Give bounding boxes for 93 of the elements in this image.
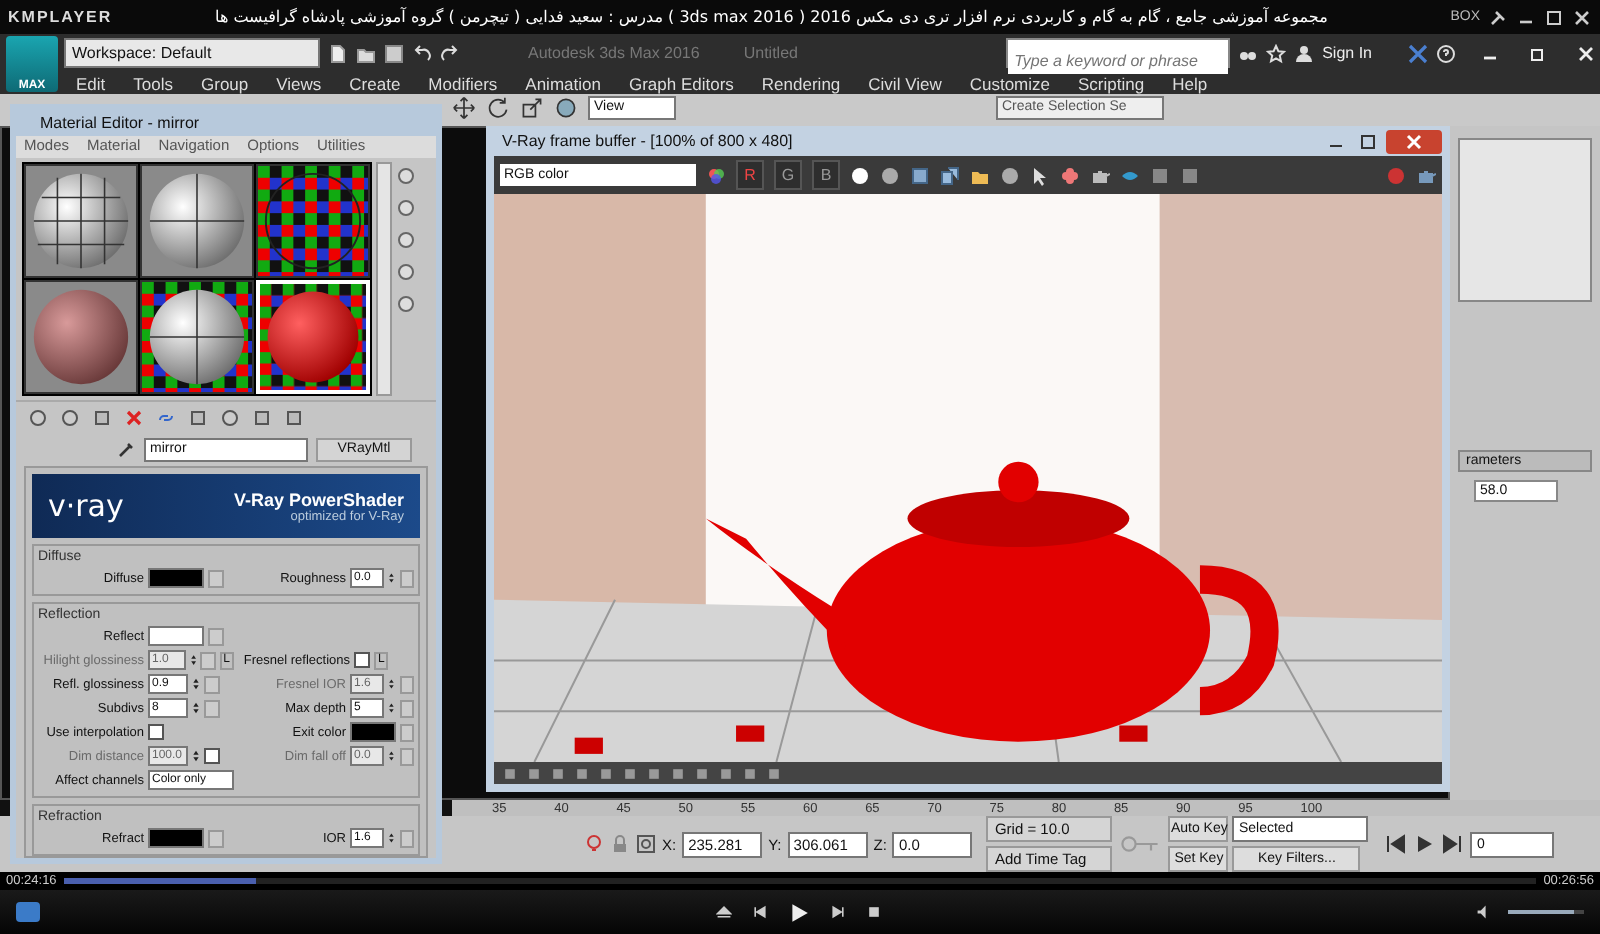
material-slot[interactable] (140, 280, 254, 394)
user-icon[interactable] (1294, 43, 1315, 63)
menu-item[interactable]: Group (201, 73, 249, 93)
star-icon[interactable] (1266, 43, 1287, 63)
spinner-arrows-icon[interactable] (192, 700, 200, 716)
menu-item[interactable]: Edit (76, 73, 106, 93)
search-field[interactable]: Type a keyword or phrase (1006, 38, 1231, 68)
teapot-icon[interactable] (1090, 165, 1110, 185)
list-box[interactable] (1458, 138, 1592, 302)
skip-forward-icon[interactable] (1442, 834, 1463, 854)
spinner-arrows-icon[interactable] (189, 652, 197, 668)
cube-icon[interactable] (188, 408, 208, 428)
player-logo: KMPLAYER (8, 8, 113, 26)
checkbox[interactable] (148, 724, 164, 740)
color-swatch[interactable] (148, 828, 204, 848)
menu-item[interactable]: Help (1172, 73, 1208, 93)
sphere-icon[interactable] (220, 408, 240, 428)
flower-icon[interactable] (1060, 165, 1080, 185)
square-icon[interactable] (1150, 165, 1170, 185)
redo-icon[interactable] (440, 43, 460, 63)
spinner-arrows-icon[interactable] (388, 830, 396, 846)
menu-item[interactable]: Graph Editors (628, 73, 734, 93)
cursor-icon[interactable] (1030, 165, 1050, 185)
stop-icon[interactable] (865, 904, 881, 920)
circle-icon[interactable] (850, 165, 870, 185)
save-icon[interactable] (910, 165, 930, 185)
menu-item[interactable]: Customize (969, 73, 1050, 93)
save-icon[interactable] (384, 43, 404, 63)
channel-toggle[interactable]: R (736, 160, 764, 190)
spinner-arrows-icon[interactable] (192, 676, 200, 692)
menu-item[interactable]: Rendering (761, 73, 841, 93)
material-slot[interactable] (256, 164, 370, 278)
eject-icon[interactable] (715, 904, 731, 920)
speaker-icon[interactable] (1476, 904, 1492, 920)
exchange-icon[interactable] (1408, 43, 1428, 63)
spinner-arrows-icon[interactable] (388, 748, 396, 764)
play-icon[interactable] (787, 901, 809, 923)
video-title: مجموعه آموزشی جامع ، گام به گام و کاربردی نرم افزار تری دی مکس 2016 ( 3ds max 2016 ) مدرس : سعید فدایی ( تیچرمن ) گروه آموزشی پادشاه گرافیست ها (213, 8, 1330, 26)
skip-back-icon[interactable] (1386, 834, 1407, 854)
scrollbar[interactable] (376, 162, 392, 396)
color-swatch[interactable] (350, 722, 397, 742)
spinner-arrows-icon[interactable] (388, 700, 396, 716)
color-swatch[interactable] (148, 568, 204, 588)
channel-toggle[interactable]: G (774, 160, 802, 190)
banner-title: V-Ray PowerShader (233, 489, 404, 509)
workspace-dropdown[interactable]: Workspace: Default (64, 38, 320, 68)
copy-icon[interactable] (940, 165, 960, 185)
scale-icon[interactable] (520, 96, 544, 120)
play-icon[interactable] (1414, 834, 1435, 854)
next-icon[interactable] (829, 904, 845, 920)
eyedropper-icon[interactable] (116, 440, 136, 460)
circle-icon[interactable] (1000, 165, 1020, 185)
target-icon[interactable] (636, 834, 656, 854)
spinner-arrows-icon[interactable] (388, 570, 396, 586)
menu-item[interactable]: Civil View (868, 73, 942, 93)
sphere-icon[interactable] (554, 96, 578, 120)
channel-toggle[interactable]: B (812, 160, 840, 190)
seek-bar[interactable] (64, 878, 1536, 884)
material-slot[interactable] (24, 164, 138, 278)
window-title: V-Ray frame buffer - [100% of 800 x 480] (502, 132, 793, 150)
menu-item[interactable]: Animation (525, 73, 601, 93)
new-file-icon[interactable] (328, 43, 348, 63)
color-circles-icon[interactable] (706, 165, 726, 185)
banner-logo: v·ray (48, 488, 124, 524)
spinner-arrows-icon[interactable] (192, 748, 200, 764)
close-icon[interactable] (1572, 7, 1592, 27)
delete-icon[interactable] (124, 408, 144, 428)
square-icon[interactable] (1180, 165, 1200, 185)
app-title: Autodesk 3ds Max 2016 (528, 44, 700, 62)
spinner-arrows-icon[interactable] (388, 676, 396, 692)
sign-in-link[interactable]: Sign In (1322, 44, 1372, 62)
teapot-icon[interactable] (1416, 165, 1436, 185)
window-title: Material Editor - mirror (16, 110, 436, 136)
menu-item[interactable]: Create (349, 73, 401, 93)
folder-icon[interactable] (356, 43, 376, 63)
rotate-icon[interactable] (486, 96, 510, 120)
menu-item[interactable]: Modifiers (428, 73, 498, 93)
pin-icon[interactable] (1488, 7, 1508, 27)
move-icon[interactable] (452, 96, 476, 120)
menu-item[interactable]: Tools (133, 73, 173, 93)
color-swatch[interactable] (148, 626, 204, 646)
previous-icon[interactable] (751, 904, 767, 920)
lightbulb-icon[interactable] (584, 834, 604, 854)
maximize-icon[interactable] (1544, 7, 1564, 27)
file-name: Untitled (743, 44, 798, 62)
undo-icon[interactable] (412, 43, 432, 63)
help-icon[interactable] (1436, 43, 1456, 63)
material-slot[interactable] (140, 164, 254, 278)
menu-item[interactable]: Scripting (1078, 73, 1145, 93)
checkbox[interactable] (354, 652, 370, 668)
cube-icon[interactable] (92, 408, 112, 428)
circle-icon[interactable] (880, 165, 900, 185)
menu-item[interactable]: Views (276, 73, 322, 93)
